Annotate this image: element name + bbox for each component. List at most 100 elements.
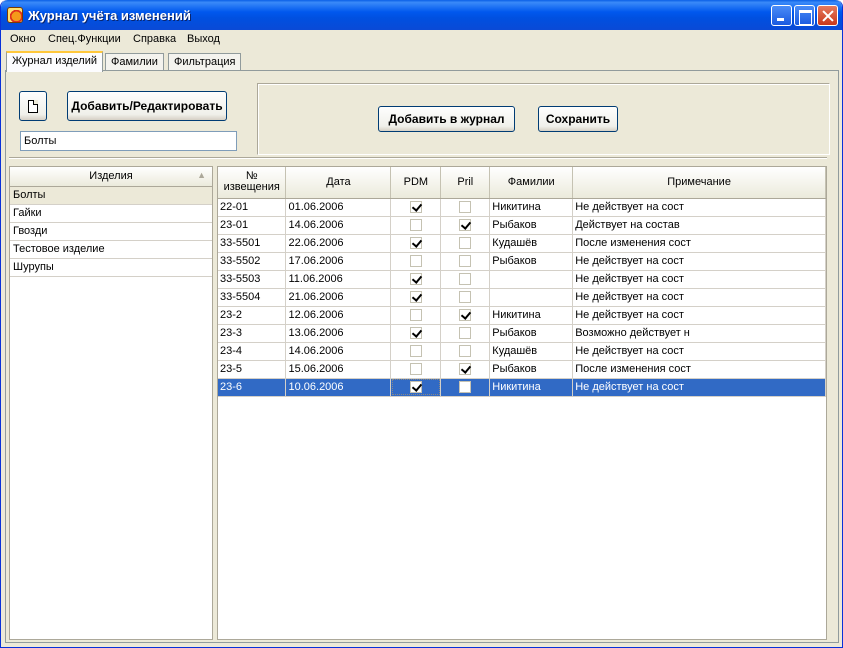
menu-exit[interactable]: Выход xyxy=(187,33,220,45)
pdm-checkbox[interactable] xyxy=(409,219,422,232)
note-cell[interactable]: Не действует на сост xyxy=(572,288,826,307)
date-cell[interactable]: 13.06.2006 xyxy=(285,324,392,343)
product-list-item[interactable]: Тестовое изделие xyxy=(10,241,212,259)
notice-number-cell[interactable]: 23-6 xyxy=(218,378,287,397)
date-cell[interactable]: 01.06.2006 xyxy=(285,198,392,217)
journal-row[interactable]: 23-5 15.06.2006 Рыбаков После изменения сос… xyxy=(218,360,826,379)
pdm-checkbox[interactable] xyxy=(409,309,422,322)
column-header-note[interactable]: Примечание xyxy=(572,167,826,199)
pril-checkbox[interactable] xyxy=(459,219,472,232)
save-button[interactable]: Сохранить xyxy=(538,106,618,132)
note-cell[interactable]: Не действует на сост xyxy=(572,306,826,325)
journal-row[interactable]: 33-5504 21.06.2006 Не действует на сост xyxy=(218,288,826,307)
notice-number-cell[interactable]: 33-5502 xyxy=(218,252,287,271)
column-header-date[interactable]: Дата xyxy=(285,167,392,199)
menu-special-functions[interactable]: Спец.Функции xyxy=(48,33,121,45)
products-list-header[interactable]: Изделия ▲ xyxy=(10,167,212,187)
pril-checkbox[interactable] xyxy=(459,237,472,250)
journal-grid[interactable]: № извещения Дата PDM Pril Фамилии Примеч… xyxy=(217,166,827,640)
maximize-button[interactable] xyxy=(794,5,815,26)
journal-row[interactable]: 33-5503 11.06.2006 Не действует на сост xyxy=(218,270,826,289)
notice-number-cell[interactable]: 23-4 xyxy=(218,342,287,361)
note-cell[interactable]: Не действует на сост xyxy=(572,198,826,217)
date-cell[interactable]: 15.06.2006 xyxy=(285,360,392,379)
date-cell[interactable]: 21.06.2006 xyxy=(285,288,392,307)
pril-checkbox[interactable] xyxy=(459,273,472,286)
journal-row[interactable]: 33-5502 17.06.2006 Рыбаков Не действует на … xyxy=(218,252,826,271)
pril-checkbox[interactable] xyxy=(459,309,472,322)
journal-row[interactable]: 23-01 14.06.2006 Рыбаков Действует на соста… xyxy=(218,216,826,235)
splitter[interactable] xyxy=(9,157,827,159)
surname-cell[interactable] xyxy=(489,288,574,307)
pdm-checkbox[interactable] xyxy=(409,291,422,304)
pril-checkbox[interactable] xyxy=(459,255,472,268)
pril-checkbox[interactable] xyxy=(459,291,472,304)
notice-number-cell[interactable]: 33-5503 xyxy=(218,270,287,289)
menu-window[interactable]: Окно xyxy=(10,33,36,45)
note-cell[interactable]: Возможно действует н xyxy=(572,324,826,343)
column-header-number[interactable]: № извещения xyxy=(218,167,287,199)
product-name-input[interactable] xyxy=(20,131,237,151)
column-header-pril[interactable]: Pril xyxy=(440,167,491,199)
menu-help[interactable]: Справка xyxy=(133,33,176,45)
pril-checkbox[interactable] xyxy=(459,327,472,340)
note-cell[interactable]: Не действует на сост xyxy=(572,252,826,271)
tab-surnames[interactable]: Фамилии xyxy=(105,53,164,71)
column-header-surnames[interactable]: Фамилии xyxy=(489,167,574,199)
date-cell[interactable]: 12.06.2006 xyxy=(285,306,392,325)
journal-row[interactable]: 33-5501 22.06.2006 Кудашёв После изменения … xyxy=(218,234,826,253)
pril-checkbox[interactable] xyxy=(459,363,472,376)
notice-number-cell[interactable]: 23-3 xyxy=(218,324,287,343)
surname-cell[interactable]: Рыбаков xyxy=(489,252,574,271)
product-list-item[interactable]: Болты xyxy=(10,187,212,205)
journal-row[interactable]: 23-4 14.06.2006 Кудашёв Не действует на сос… xyxy=(218,342,826,361)
notice-number-cell[interactable]: 22-01 xyxy=(218,198,287,217)
surname-cell[interactable]: Рыбаков xyxy=(489,360,574,379)
note-cell[interactable]: После изменения сост xyxy=(572,234,826,253)
notice-number-cell[interactable]: 23-2 xyxy=(218,306,287,325)
journal-row[interactable]: 23-6 10.06.2006 Никитина Не действует на со… xyxy=(218,378,826,397)
notice-number-cell[interactable]: 23-5 xyxy=(218,360,287,379)
product-list-item[interactable]: Гвозди xyxy=(10,223,212,241)
date-cell[interactable]: 14.06.2006 xyxy=(285,216,392,235)
surname-cell[interactable] xyxy=(489,270,574,289)
surname-cell[interactable]: Никитина xyxy=(489,378,574,397)
note-cell[interactable]: Не действует на сост xyxy=(572,342,826,361)
pdm-checkbox[interactable] xyxy=(409,201,422,214)
app-icon[interactable] xyxy=(7,7,23,23)
surname-cell[interactable]: Никитина xyxy=(489,198,574,217)
product-list-item[interactable]: Шурупы xyxy=(10,259,212,277)
pdm-checkbox[interactable] xyxy=(409,237,422,250)
journal-row[interactable]: 22-01 01.06.2006 Никитина Не действует на с… xyxy=(218,198,826,217)
pril-checkbox[interactable] xyxy=(459,201,472,214)
add-to-journal-button[interactable]: Добавить в журнал xyxy=(378,106,515,132)
surname-cell[interactable]: Рыбаков xyxy=(489,324,574,343)
tab-products-journal[interactable]: Журнал изделий xyxy=(6,51,104,72)
column-header-pdm[interactable]: PDM xyxy=(390,167,442,199)
product-list-item[interactable]: Гайки xyxy=(10,205,212,223)
pril-checkbox[interactable] xyxy=(459,345,472,358)
journal-row[interactable]: 23-3 13.06.2006 Рыбаков Возможно действует … xyxy=(218,324,826,343)
note-cell[interactable]: Действует на состав xyxy=(572,216,826,235)
date-cell[interactable]: 11.06.2006 xyxy=(285,270,392,289)
new-button[interactable] xyxy=(19,91,47,121)
notice-number-cell[interactable]: 23-01 xyxy=(218,216,287,235)
minimize-button[interactable] xyxy=(771,5,792,26)
close-button[interactable] xyxy=(817,5,838,26)
add-edit-button[interactable]: Добавить/Редактировать xyxy=(67,91,227,121)
pdm-checkbox[interactable] xyxy=(409,345,422,358)
tab-filtering[interactable]: Фильтрация xyxy=(168,53,242,71)
pdm-checkbox[interactable] xyxy=(409,363,422,376)
surname-cell[interactable]: Никитина xyxy=(489,306,574,325)
date-cell[interactable]: 17.06.2006 xyxy=(285,252,392,271)
note-cell[interactable]: Не действует на сост xyxy=(572,378,826,397)
surname-cell[interactable]: Кудашёв xyxy=(489,342,574,361)
surname-cell[interactable]: Рыбаков xyxy=(489,216,574,235)
date-cell[interactable]: 14.06.2006 xyxy=(285,342,392,361)
pdm-checkbox[interactable] xyxy=(409,273,422,286)
products-list[interactable]: Изделия ▲ Болты Гайки Гвозди Тестовое издел… xyxy=(9,166,213,640)
journal-row[interactable]: 23-2 12.06.2006 Никитина Не действует на со… xyxy=(218,306,826,325)
surname-cell[interactable]: Кудашёв xyxy=(489,234,574,253)
pril-checkbox[interactable] xyxy=(459,381,472,394)
pdm-checkbox[interactable] xyxy=(409,327,422,340)
